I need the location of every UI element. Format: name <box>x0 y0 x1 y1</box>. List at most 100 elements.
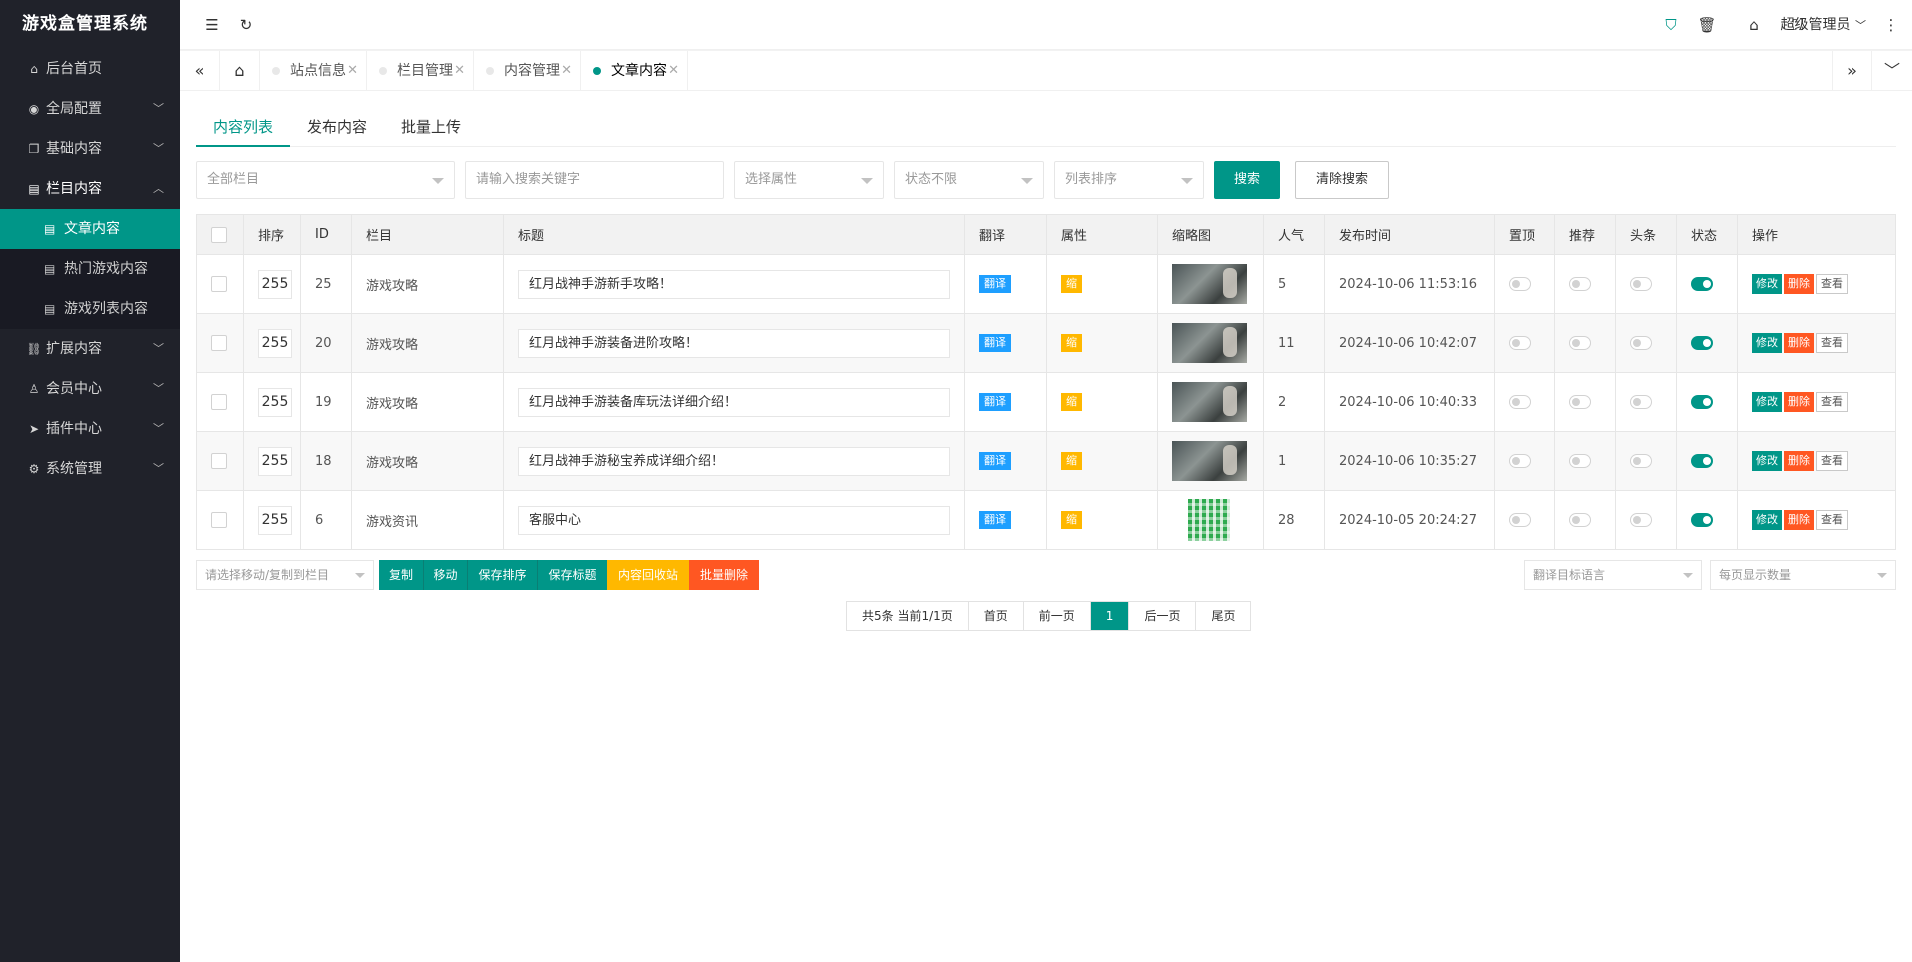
move-target-select[interactable]: 请选择移动/复制到栏目 <box>196 560 374 590</box>
save-sort-button[interactable]: 保存排序 <box>467 560 537 590</box>
recommend-toggle[interactable] <box>1569 513 1591 527</box>
tabs-scroll-right-icon[interactable]: » <box>1832 51 1872 91</box>
sidebar-item-members[interactable]: ♙ 会员中心 ﹀ <box>0 369 180 409</box>
view-button[interactable]: 查看 <box>1816 274 1848 294</box>
keyword-input[interactable]: 请输入搜索关键字 <box>465 161 724 199</box>
tab-column-manage[interactable]: 栏目管理 ✕ <box>367 51 474 91</box>
top-toggle[interactable] <box>1509 336 1531 350</box>
search-button[interactable]: 搜索 <box>1214 161 1280 199</box>
delete-button[interactable]: 删除 <box>1784 333 1814 353</box>
recommend-toggle[interactable] <box>1569 395 1591 409</box>
status-toggle[interactable] <box>1691 454 1713 468</box>
subtab-content-list[interactable]: 内容列表 <box>196 107 290 147</box>
sidebar-subitem-game-list[interactable]: ▤ 游戏列表内容 <box>0 289 180 329</box>
tab-articles[interactable]: 文章内容 ✕ <box>581 51 688 91</box>
more-vertical-icon[interactable]: ⋮ <box>1876 0 1906 50</box>
edit-button[interactable]: 修改 <box>1752 510 1782 530</box>
recommend-toggle[interactable] <box>1569 336 1591 350</box>
pager-next[interactable]: 后一页 <box>1129 602 1197 630</box>
qr-code-image[interactable] <box>1188 499 1230 541</box>
title-input[interactable]: 红月战神手游新手攻略！ <box>518 269 950 299</box>
sidebar-item-column-content[interactable]: ▤ 栏目内容 ︿ <box>0 169 180 209</box>
sort-input[interactable]: 255 <box>258 446 292 476</box>
recommend-toggle[interactable] <box>1569 454 1591 468</box>
sort-input[interactable]: 255 <box>258 328 292 358</box>
edit-button[interactable]: 修改 <box>1752 333 1782 353</box>
title-input[interactable]: 红月战神手游装备库玩法详细介绍！ <box>518 387 950 417</box>
status-toggle[interactable] <box>1691 336 1713 350</box>
sidebar-item-basic-content[interactable]: ❐ 基础内容 ﹀ <box>0 129 180 169</box>
status-select[interactable]: 状态不限 <box>894 161 1044 199</box>
delete-button[interactable]: 删除 <box>1784 510 1814 530</box>
pager-last[interactable]: 尾页 <box>1196 602 1251 630</box>
thumbnail-image[interactable] <box>1172 323 1247 363</box>
delete-button[interactable]: 删除 <box>1784 451 1814 471</box>
status-toggle[interactable] <box>1691 277 1713 291</box>
select-all-checkbox[interactable] <box>211 226 227 243</box>
home-tab-icon[interactable]: ⌂ <box>220 51 260 91</box>
title-input[interactable]: 客服中心 <box>518 505 950 535</box>
subtab-batch-upload[interactable]: 批量上传 <box>384 107 478 147</box>
attr-select[interactable]: 选择属性 <box>734 161 884 199</box>
sidebar-item-global-config[interactable]: ◉ 全局配置 ﹀ <box>0 89 180 129</box>
row-checkbox[interactable] <box>211 394 227 410</box>
translate-button[interactable]: 翻译 <box>979 393 1011 411</box>
home-outline-icon[interactable]: ⌂ <box>1739 0 1769 50</box>
row-checkbox[interactable] <box>211 453 227 469</box>
view-button[interactable]: 查看 <box>1816 510 1848 530</box>
subtab-publish[interactable]: 发布内容 <box>290 107 384 147</box>
pager-first[interactable]: 首页 <box>968 602 1024 630</box>
pager-current[interactable]: 1 <box>1090 602 1130 630</box>
edit-button[interactable]: 修改 <box>1752 274 1782 294</box>
delete-button[interactable]: 删除 <box>1784 274 1814 294</box>
top-toggle[interactable] <box>1509 513 1531 527</box>
thumbnail-image[interactable] <box>1172 264 1247 304</box>
translate-language-select[interactable]: 翻译目标语言 <box>1524 560 1702 590</box>
sort-input[interactable]: 255 <box>258 269 292 299</box>
user-menu[interactable]: 超级管理员 ﹀ <box>1781 0 1866 50</box>
save-title-button[interactable]: 保存标题 <box>537 560 607 590</box>
translate-button[interactable]: 翻译 <box>979 275 1011 293</box>
recycle-bin-button[interactable]: 内容回收站 <box>607 560 689 590</box>
tab-content-manage[interactable]: 内容管理 ✕ <box>474 51 581 91</box>
sidebar-subitem-hot-games[interactable]: ▤ 热门游戏内容 <box>0 249 180 289</box>
view-button[interactable]: 查看 <box>1816 451 1848 471</box>
headline-toggle[interactable] <box>1630 277 1652 291</box>
row-checkbox[interactable] <box>211 276 227 292</box>
per-page-select[interactable]: 每页显示数量 <box>1710 560 1896 590</box>
shield-check-icon[interactable]: ⛉ <box>1656 0 1686 50</box>
thumbnail-image[interactable] <box>1172 382 1247 422</box>
headline-toggle[interactable] <box>1630 336 1652 350</box>
status-toggle[interactable] <box>1691 395 1713 409</box>
copy-button[interactable]: 复制 <box>379 560 423 590</box>
sidebar-item-home[interactable]: ⌂ 后台首页 <box>0 49 180 89</box>
trash-icon[interactable]: 🗑 <box>1692 0 1722 50</box>
translate-button[interactable]: 翻译 <box>979 511 1011 529</box>
title-input[interactable]: 红月战神手游秘宝养成详细介绍！ <box>518 446 950 476</box>
edit-button[interactable]: 修改 <box>1752 451 1782 471</box>
menu-toggle-icon[interactable]: ☰ <box>197 0 227 50</box>
recommend-toggle[interactable] <box>1569 277 1591 291</box>
refresh-icon[interactable]: ↻ <box>231 0 261 50</box>
tabs-dropdown-icon[interactable]: ﹀ <box>1872 51 1912 91</box>
clear-search-button[interactable]: 清除搜索 <box>1295 161 1389 199</box>
sidebar-subitem-articles[interactable]: ▤ 文章内容 <box>0 209 180 249</box>
delete-button[interactable]: 删除 <box>1784 392 1814 412</box>
status-toggle[interactable] <box>1691 513 1713 527</box>
view-button[interactable]: 查看 <box>1816 392 1848 412</box>
headline-toggle[interactable] <box>1630 513 1652 527</box>
row-checkbox[interactable] <box>211 512 227 528</box>
headline-toggle[interactable] <box>1630 454 1652 468</box>
batch-delete-button[interactable]: 批量删除 <box>689 560 759 590</box>
translate-button[interactable]: 翻译 <box>979 452 1011 470</box>
top-toggle[interactable] <box>1509 277 1531 291</box>
close-icon[interactable]: ✕ <box>561 51 572 91</box>
tab-site-info[interactable]: 站点信息 ✕ <box>260 51 367 91</box>
sidebar-item-plugins[interactable]: ➤ 插件中心 ﹀ <box>0 409 180 449</box>
translate-button[interactable]: 翻译 <box>979 334 1011 352</box>
sort-input[interactable]: 255 <box>258 505 292 535</box>
row-checkbox[interactable] <box>211 335 227 351</box>
tabs-scroll-left-icon[interactable]: « <box>180 51 220 91</box>
pager-prev[interactable]: 前一页 <box>1023 602 1091 630</box>
close-icon[interactable]: ✕ <box>668 51 679 91</box>
